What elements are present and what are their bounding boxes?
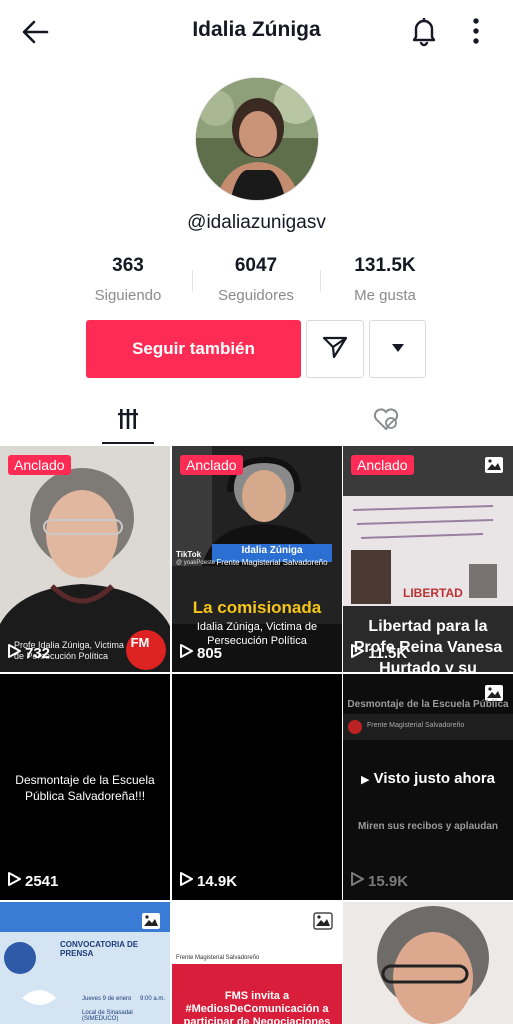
send-message-icon bbox=[321, 333, 349, 366]
followers-label: Seguidores bbox=[218, 287, 294, 304]
stat-followers[interactable]: 6047 Seguidores bbox=[191, 255, 321, 304]
post-text: Miren sus recibos y aplaudan bbox=[357, 821, 499, 832]
bell-icon[interactable] bbox=[408, 15, 440, 47]
stat-likes[interactable]: 131.5K Me gusta bbox=[320, 255, 450, 304]
caret-down-icon bbox=[391, 340, 405, 358]
grid-videos-icon bbox=[117, 408, 139, 435]
video-tile[interactable]: Anclado Idalia Zúniga Frente Magisterial… bbox=[172, 446, 342, 672]
view-count: 11.5K bbox=[351, 644, 407, 662]
watched-now-label: ▶ Visto justo ahora bbox=[343, 768, 513, 791]
view-count-value: 11.5K bbox=[368, 644, 408, 662]
active-tab-indicator bbox=[102, 442, 154, 444]
post-author: Frente Magisterial Salvadoreño bbox=[367, 722, 465, 729]
username: @idaliazunigasv bbox=[187, 212, 326, 233]
photo-tile[interactable]: LIBERTAD Anclado Libertad para la Profe … bbox=[343, 446, 513, 672]
lower-third-name: Idalia Zúniga bbox=[241, 545, 303, 556]
photo-tile[interactable]: CONVOCATORIA DE PRENSA Jueves 9 de enero… bbox=[0, 902, 170, 1024]
send-message-button[interactable] bbox=[306, 320, 364, 378]
view-count-value: 2541 bbox=[25, 872, 59, 890]
view-count: 805 bbox=[180, 644, 222, 662]
view-count: 2541 bbox=[8, 872, 58, 890]
play-icon bbox=[351, 644, 364, 662]
following-label: Siguiendo bbox=[94, 287, 162, 304]
view-count-value: 14.9K bbox=[197, 872, 238, 890]
photo-icon bbox=[313, 912, 333, 930]
post-org: Frente Magisterial Salvadoreño bbox=[176, 955, 260, 961]
play-icon bbox=[180, 644, 193, 662]
video-tile[interactable]: Anclado Profe Idalia Zúniga, Victima de … bbox=[0, 446, 170, 672]
more-vertical-icon[interactable] bbox=[465, 15, 487, 47]
avatar[interactable] bbox=[195, 77, 319, 201]
view-count-value: 732 bbox=[25, 644, 51, 662]
play-icon bbox=[8, 872, 21, 890]
photo-tile[interactable]: Frente Magisterial Salvadoreño FMS invit… bbox=[172, 902, 342, 1024]
photo-icon bbox=[484, 456, 504, 474]
followers-count: 6047 bbox=[234, 255, 278, 276]
view-count: 14.9K bbox=[180, 872, 237, 890]
play-icon bbox=[351, 872, 364, 890]
view-count-value: 15.9K bbox=[368, 872, 409, 890]
watched-now-text: Visto justo ahora bbox=[373, 770, 496, 787]
watermark-handle: @ yoakPoeste bbox=[176, 560, 216, 566]
view-count: 15.9K bbox=[351, 872, 408, 890]
video-tile[interactable]: Desmontaje de la Escuela Pública Salvado… bbox=[0, 674, 170, 900]
video-tile[interactable]: 14.9K bbox=[172, 674, 342, 900]
pinned-badge: Anclado bbox=[180, 455, 243, 475]
view-count: 732 bbox=[8, 644, 50, 662]
follow-back-button[interactable]: Seguir también bbox=[86, 320, 301, 378]
pinned-badge: Anclado bbox=[351, 455, 414, 475]
following-count: 363 bbox=[112, 255, 144, 276]
video-caption: Desmontaje de la Escuela Pública Salvado… bbox=[15, 773, 155, 803]
lower-third-org: Frente Magisterial Salvadoreño bbox=[216, 558, 328, 567]
view-count-value: 805 bbox=[197, 644, 223, 662]
tab-videos[interactable] bbox=[102, 400, 154, 444]
photo-icon bbox=[141, 912, 161, 930]
logo-text: FM bbox=[130, 635, 150, 650]
video-tile[interactable] bbox=[343, 902, 513, 1024]
more-options-dropdown[interactable] bbox=[369, 320, 426, 378]
profile-header: Idalia Zúniga bbox=[0, 0, 513, 62]
pinned-badge: Anclado bbox=[8, 455, 71, 475]
tiktok-watermark: TikTok bbox=[176, 550, 202, 559]
liked-hidden-icon bbox=[372, 406, 400, 437]
likes-count: 131.5K bbox=[354, 255, 416, 276]
press-date: Jueves 9 de enero bbox=[82, 996, 132, 1002]
stat-following[interactable]: 363 Siguiendo bbox=[63, 255, 193, 304]
tab-liked[interactable] bbox=[360, 400, 412, 444]
photo-tile[interactable]: Desmontaje de la Escuela Pública Frente … bbox=[343, 674, 513, 900]
banner-text: LIBERTAD bbox=[403, 586, 463, 600]
post-caption: FMS invita a #MediosDeComunicación a par… bbox=[183, 990, 331, 1024]
press-place: Local de Sinasadal (SIMEDUCO) bbox=[82, 1010, 133, 1022]
press-title: CONVOCATORIA DE PRENSA bbox=[60, 940, 139, 958]
play-icon bbox=[180, 872, 193, 890]
press-time: 9:00 a.m. bbox=[140, 996, 166, 1002]
video-title: La comisionada bbox=[192, 598, 322, 617]
play-icon bbox=[8, 644, 21, 662]
play-icon: ▶ bbox=[360, 774, 370, 786]
likes-label: Me gusta bbox=[354, 287, 416, 304]
post-header: Desmontaje de la Escuela Pública bbox=[347, 699, 509, 710]
